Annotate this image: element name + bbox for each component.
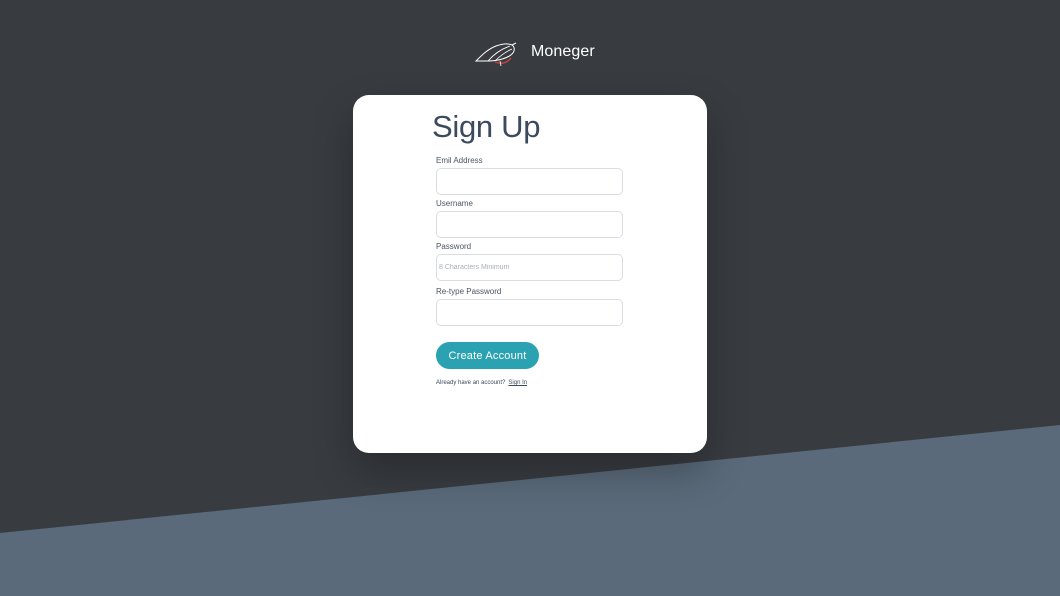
- email-label: Emil Address: [436, 156, 483, 165]
- password-field[interactable]: [436, 254, 623, 281]
- username-label: Username: [436, 199, 473, 208]
- page-title: Sign Up: [432, 109, 541, 144]
- retype-password-label: Re-type Password: [436, 287, 502, 296]
- brand-name: Moneger: [531, 43, 595, 60]
- signup-card: Sign Up Emil Address Username Password R…: [353, 95, 707, 453]
- password-label: Password: [436, 242, 472, 251]
- brand-header: Moneger: [474, 36, 595, 68]
- signin-prompt: Already have an account? Sign In: [436, 380, 527, 386]
- username-field[interactable]: [436, 211, 623, 238]
- signin-prompt-text: Already have an account?: [436, 380, 506, 386]
- bird-logo-icon: [474, 42, 517, 67]
- create-account-button[interactable]: Create Account: [436, 342, 539, 369]
- email-field[interactable]: [436, 168, 623, 195]
- signin-link[interactable]: Sign In: [508, 380, 527, 386]
- retype-password-field[interactable]: [436, 299, 623, 326]
